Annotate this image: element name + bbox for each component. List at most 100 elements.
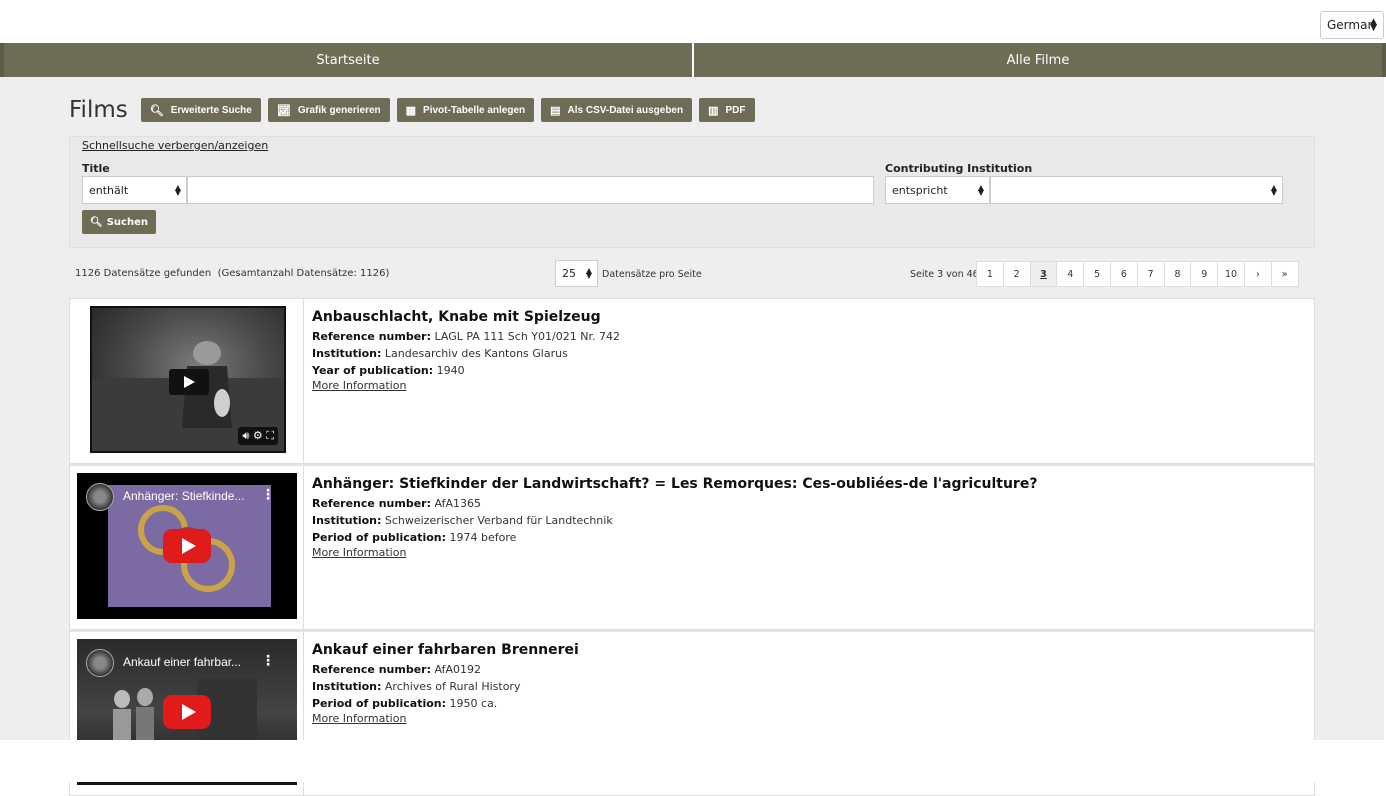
per-page-select[interactable]: 25 ▲ ▼ — [555, 260, 598, 287]
more-information-link[interactable]: More Information — [312, 379, 620, 392]
select-caret-icon: ▲ ▼ — [977, 183, 984, 197]
page-header: Films 🔍︎ Erweiterte Suche 📈︎ Grafik generi… — [69, 97, 762, 123]
youtube-play-button[interactable] — [163, 695, 211, 729]
channel-logo — [86, 649, 114, 677]
generate-chart-label: Grafik generieren — [297, 104, 381, 116]
more-information-link[interactable]: More Information — [312, 712, 579, 725]
result-reference: Reference number: AfA1365 — [312, 495, 1037, 512]
gear-icon[interactable]: ⚙ — [253, 429, 263, 442]
title-filter-label: Title — [82, 162, 110, 175]
result-period: Period of publication: 1950 ca. — [312, 695, 579, 712]
records-total: (Gesamtanzahl Datensätze: 1126) — [217, 268, 390, 279]
year-value: 1940 — [436, 364, 465, 377]
pivot-table-button[interactable]: ▦ Pivot-Tabelle anlegen — [396, 98, 535, 122]
page-link[interactable]: 8 — [1163, 261, 1192, 287]
page-link[interactable]: 6 — [1109, 261, 1138, 287]
more-options-icon[interactable]: ⋮ — [261, 653, 275, 669]
csv-export-button[interactable]: ▤ Als CSV-Datei ausgeben — [541, 98, 693, 122]
result-reference: Reference number: LAGL PA 111 Sch Y01/02… — [312, 328, 620, 345]
table-icon: ▦ — [405, 104, 417, 117]
select-caret-icon: ▲ ▼ — [1270, 183, 1277, 197]
top-bar: German ▲ ▼ — [0, 0, 1386, 43]
video-player[interactable]: 🔊︎ ⚙ ⛶ — [90, 306, 286, 453]
page-link[interactable]: 10 — [1217, 261, 1245, 287]
youtube-play-button[interactable] — [163, 529, 211, 563]
institution-label: Institution: — [312, 347, 382, 360]
more-options-icon[interactable]: ⋮ — [261, 487, 275, 503]
channel-logo — [86, 483, 114, 511]
result-period: Period of publication: 1974 before — [312, 529, 1037, 546]
play-icon — [183, 376, 195, 388]
page-title: Films — [69, 97, 128, 123]
generate-chart-button[interactable]: 📈︎ Grafik generieren — [267, 98, 390, 122]
next-page-link[interactable]: › — [1243, 261, 1272, 287]
result-details: Anbauschlacht, Knabe mit Spielzeug Refer… — [312, 309, 620, 392]
play-button[interactable] — [169, 369, 209, 395]
period-label: Period of publication: — [312, 697, 447, 710]
page-info: Seite 3 von 46 — [910, 269, 979, 280]
search-button[interactable]: 🔍︎ Suchen — [82, 210, 156, 234]
pivot-table-label: Pivot-Tabelle anlegen — [423, 104, 526, 116]
volume-icon[interactable]: 🔊︎ — [242, 429, 249, 442]
nav-startseite[interactable]: Startseite — [4, 43, 692, 77]
thumbnail-cell: 🔊︎ ⚙ ⛶ — [70, 299, 304, 463]
record-count: 1126 Datensätze gefunden (Gesamtanzahl D… — [75, 268, 389, 279]
select-caret-icon: ▲ ▼ — [585, 266, 592, 280]
institution-value-select[interactable]: ▲ ▼ — [990, 176, 1283, 204]
pdf-export-label: PDF — [725, 104, 746, 116]
result-year: Year of publication: 1940 — [312, 362, 620, 379]
result-title: Anhänger: Stiefkinder der Landwirtschaft… — [312, 476, 1038, 492]
pdf-file-icon: ▥ — [708, 104, 719, 117]
reference-value: AfA1365 — [434, 497, 482, 510]
reference-value: AfA0192 — [434, 663, 482, 676]
result-details: Ankauf einer fahrbaren Brennerei Referen… — [312, 642, 579, 725]
video-title: Anhänger: Stiefkinde... — [123, 489, 245, 503]
language-value: German — [1327, 18, 1376, 32]
player-controls: 🔊︎ ⚙ ⛶ — [238, 427, 278, 445]
page-link[interactable]: 1 — [976, 261, 1004, 287]
language-select[interactable]: German ▲ ▼ — [1320, 11, 1384, 39]
csv-export-label: Als CSV-Datei ausgeben — [567, 104, 684, 116]
institution-operator-value: entspricht — [892, 183, 948, 197]
thumbnail-cell: Anhänger: Stiefkinde... ⋮ — [70, 466, 304, 629]
last-page-link[interactable]: » — [1270, 261, 1299, 287]
quick-search-toggle-link[interactable]: Schnellsuche verbergen/anzeigen — [82, 139, 268, 152]
result-institution: Institution: Landesarchiv des Kantons Gl… — [312, 345, 620, 362]
per-page-label: Datensätze pro Seite — [602, 269, 702, 280]
video-title: Ankauf einer fahrbar... — [123, 655, 242, 669]
institution-operator-select[interactable]: entspricht ▲ ▼ — [885, 176, 990, 204]
institution-label: Institution: — [312, 680, 382, 693]
page-link[interactable]: 9 — [1190, 261, 1219, 287]
result-details: Anhänger: Stiefkinder der Landwirtschaft… — [312, 476, 1037, 559]
page-link[interactable]: 4 — [1056, 261, 1085, 287]
title-operator-value: enthält — [89, 183, 129, 197]
page-link-current[interactable]: 3 — [1029, 261, 1058, 287]
results-list: 🔊︎ ⚙ ⛶ Anbauschlacht, Knabe mit Spielzeu… — [69, 298, 1315, 796]
institution-label: Institution: — [312, 514, 382, 527]
result-reference: Reference number: AfA0192 — [312, 661, 579, 678]
per-page-value: 25 — [562, 267, 576, 280]
title-operator-select[interactable]: enthält ▲ ▼ — [82, 176, 187, 204]
page-link[interactable]: 2 — [1002, 261, 1031, 287]
search-icon: 🔍︎ — [149, 104, 164, 117]
result-title: Ankauf einer fahrbaren Brennerei — [312, 642, 579, 658]
select-caret-icon: ▲ ▼ — [1370, 17, 1377, 33]
period-label: Period of publication: — [312, 531, 447, 544]
advanced-search-button[interactable]: 🔍︎ Erweiterte Suche — [140, 98, 261, 122]
excel-file-icon: ▤ — [550, 104, 561, 117]
youtube-embed[interactable]: Anhänger: Stiefkinde... ⋮ — [77, 473, 297, 619]
line-chart-icon: 📈︎ — [276, 104, 291, 117]
fullscreen-icon[interactable]: ⛶ — [266, 429, 274, 442]
page-link[interactable]: 7 — [1136, 261, 1165, 287]
more-information-link[interactable]: More Information — [312, 546, 1037, 559]
nav-alle-filme[interactable]: Alle Filme — [692, 43, 1382, 77]
search-button-label: Suchen — [106, 216, 148, 228]
pdf-export-button[interactable]: ▥ PDF — [699, 98, 755, 122]
reference-value: LAGL PA 111 Sch Y01/021 Nr. 742 — [434, 330, 620, 343]
result-institution: Institution: Archives of Rural History — [312, 678, 579, 695]
period-value: 1974 before — [449, 531, 517, 544]
list-item: 🔊︎ ⚙ ⛶ Anbauschlacht, Knabe mit Spielzeu… — [69, 298, 1315, 464]
title-search-input[interactable] — [187, 176, 874, 204]
advanced-search-label: Erweiterte Suche — [170, 104, 252, 116]
page-link[interactable]: 5 — [1083, 261, 1111, 287]
